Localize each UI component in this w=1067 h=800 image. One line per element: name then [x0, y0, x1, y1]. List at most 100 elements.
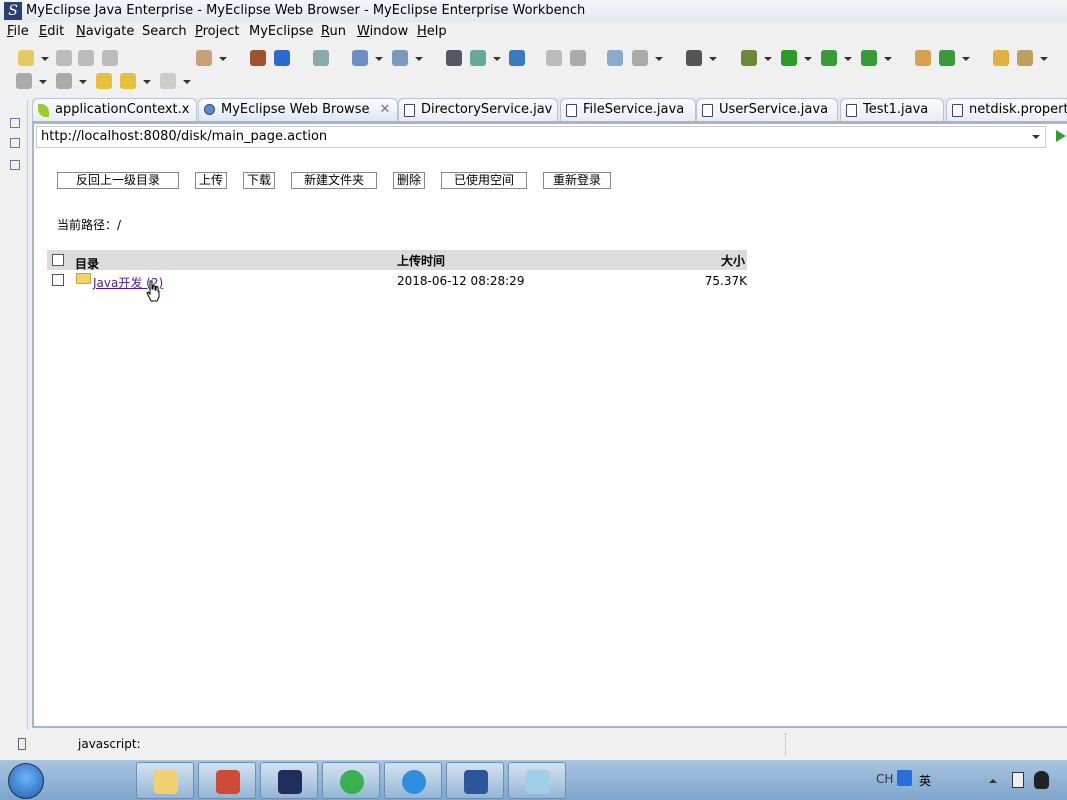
- search-icon[interactable]: [1017, 50, 1033, 66]
- dropdown-arrow-icon[interactable]: [183, 80, 191, 84]
- taskbar-browser[interactable]: [322, 762, 380, 799]
- globe-icon: [204, 104, 215, 115]
- back-to-parent-button[interactable]: 反回上一级目录: [57, 172, 179, 189]
- save-icon[interactable]: [56, 50, 72, 66]
- language-indicator[interactable]: CH: [876, 772, 893, 786]
- dropdown-arrow-icon[interactable]: [375, 57, 383, 61]
- run-history-icon[interactable]: [821, 50, 837, 66]
- web-2-icon[interactable]: [313, 50, 329, 66]
- cut-icon[interactable]: [546, 50, 562, 66]
- debug-icon[interactable]: [741, 50, 757, 66]
- ime-mode[interactable]: 英: [919, 772, 931, 789]
- tab-myeclipse-web-browse[interactable]: MyEclipse Web Browse ✕: [198, 98, 398, 121]
- taskbar-notepad-plus[interactable]: [198, 762, 256, 799]
- external-tools-icon[interactable]: [861, 50, 877, 66]
- menu-myeclipse[interactable]: MyEclipse: [249, 24, 314, 39]
- dropdown-arrow-icon[interactable]: [709, 57, 717, 61]
- hierarchy-icon[interactable]: [10, 160, 20, 170]
- dropdown-arrow-icon[interactable]: [79, 80, 87, 84]
- status-divider: [785, 733, 786, 755]
- run-server-icon[interactable]: [470, 50, 486, 66]
- url-input[interactable]: http://localhost:8080/disk/main_page.act…: [36, 126, 1046, 148]
- dropdown-arrow-icon[interactable]: [962, 57, 970, 61]
- select-all-checkbox[interactable]: [52, 254, 64, 266]
- taskbar-word[interactable]: [446, 762, 504, 799]
- web-services-icon[interactable]: [632, 50, 648, 66]
- save-all-icon[interactable]: [78, 50, 94, 66]
- browser-icon[interactable]: [509, 50, 525, 66]
- new-enterprise-icon[interactable]: [274, 50, 290, 66]
- folder-icon: [154, 770, 178, 794]
- taskbar-myeclipse[interactable]: [260, 762, 318, 799]
- dropdown-arrow-icon[interactable]: [415, 57, 423, 61]
- tab-netdisk-propertie[interactable]: netdisk.propertie: [946, 98, 1067, 121]
- menu-search[interactable]: Search: [142, 24, 187, 39]
- new-icon[interactable]: [18, 50, 34, 66]
- dropdown-arrow-icon[interactable]: [1040, 57, 1048, 61]
- server-icon[interactable]: [392, 50, 408, 66]
- dropdown-arrow-icon[interactable]: [493, 57, 501, 61]
- dropdown-arrow-icon[interactable]: [39, 80, 47, 84]
- menu-navigate[interactable]: Navigate: [76, 24, 134, 39]
- back-icon[interactable]: [120, 73, 136, 89]
- column-name: 目录: [75, 257, 100, 271]
- taskbar-explorer[interactable]: [136, 762, 194, 799]
- url-history-dropdown-icon[interactable]: [1032, 135, 1040, 139]
- usb-icon[interactable]: [1012, 772, 1024, 788]
- new-folder-button[interactable]: 新建文件夹: [291, 172, 377, 189]
- dropdown-arrow-icon[interactable]: [219, 57, 227, 61]
- dropdown-arrow-icon[interactable]: [764, 57, 772, 61]
- dropdown-arrow-icon[interactable]: [804, 57, 812, 61]
- dropdown-arrow-icon[interactable]: [655, 57, 663, 61]
- run-icon[interactable]: [781, 50, 797, 66]
- deploy-icon[interactable]: [352, 50, 368, 66]
- used-space-button[interactable]: 已使用空间: [441, 172, 527, 189]
- menu-project[interactable]: Project: [195, 24, 240, 39]
- close-tab-icon[interactable]: ✕: [379, 102, 390, 117]
- dropdown-arrow-icon[interactable]: [844, 57, 852, 61]
- current-path: 当前路径：/: [57, 218, 122, 232]
- dropdown-arrow-icon[interactable]: [884, 57, 892, 61]
- new-ejb-icon[interactable]: [250, 50, 266, 66]
- menu-run[interactable]: Run: [321, 24, 346, 39]
- ime-icon[interactable]: [897, 770, 912, 786]
- relogin-button[interactable]: 重新登录: [543, 172, 611, 189]
- next-annotation-icon[interactable]: [16, 73, 32, 89]
- new-class-icon[interactable]: [939, 50, 955, 66]
- tab-userservice-java[interactable]: UserService.java: [696, 98, 838, 121]
- tab-applicationcontext-x[interactable]: applicationContext.x: [32, 98, 197, 121]
- camera-icon[interactable]: [686, 50, 702, 66]
- prev-annotation-icon[interactable]: [56, 73, 72, 89]
- db-icon[interactable]: [570, 50, 586, 66]
- menu-window[interactable]: Window: [357, 24, 408, 39]
- taskbar-notepad[interactable]: [508, 762, 566, 799]
- delete-button[interactable]: 删除: [393, 172, 425, 189]
- upload-button[interactable]: 上传: [195, 172, 227, 189]
- download-button[interactable]: 下载: [243, 172, 275, 189]
- dropdown-arrow-icon[interactable]: [143, 80, 151, 84]
- dropdown-arrow-icon[interactable]: [41, 57, 49, 61]
- print-icon[interactable]: [102, 50, 118, 66]
- fast-view-icon[interactable]: [18, 738, 26, 750]
- last-edit-icon[interactable]: [96, 73, 112, 89]
- menu-help[interactable]: Help: [417, 24, 447, 39]
- new-web-project-icon[interactable]: [196, 50, 212, 66]
- go-icon[interactable]: [1056, 130, 1066, 142]
- taskbar-dingtalk[interactable]: [384, 762, 442, 799]
- row-checkbox[interactable]: [52, 274, 64, 286]
- start-button[interactable]: [8, 763, 44, 799]
- tab-test1-java[interactable]: Test1.java: [840, 98, 944, 121]
- open-type-icon[interactable]: [446, 50, 462, 66]
- tab-fileservice-java[interactable]: FileService.java: [560, 98, 696, 121]
- package-explorer-icon[interactable]: [10, 138, 20, 148]
- menu-edit[interactable]: Edit: [39, 24, 64, 39]
- menu-file[interactable]: File: [7, 24, 29, 39]
- tab-directoryservice-jav[interactable]: DirectoryService.jav: [398, 98, 558, 121]
- open-folder-icon[interactable]: [993, 50, 1009, 66]
- qq-icon[interactable]: [1034, 771, 1049, 789]
- restore-icon[interactable]: [10, 118, 20, 128]
- new-package-icon[interactable]: [915, 50, 931, 66]
- show-hidden-icons[interactable]: [989, 779, 997, 783]
- report-icon[interactable]: [607, 50, 623, 66]
- forward-icon[interactable]: [160, 73, 176, 89]
